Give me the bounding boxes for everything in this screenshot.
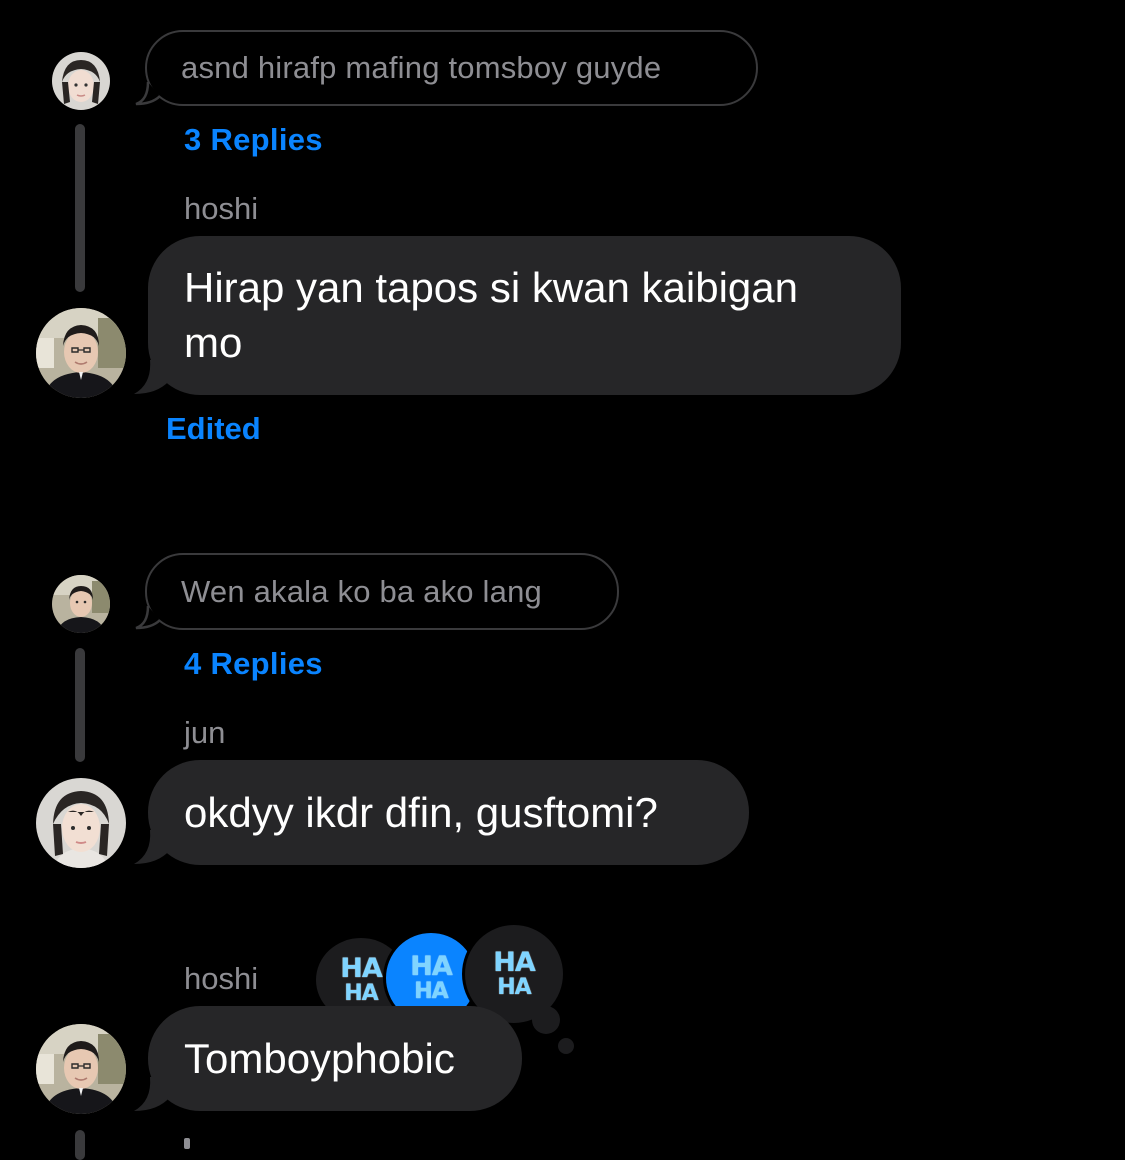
reaction-bubble-dot [558, 1038, 574, 1054]
message-text-line-1: Hirap yan tapos si kwan kaibigan [184, 264, 799, 311]
replies-link[interactable]: 3 Replies [184, 122, 323, 158]
avatar-small-hoshi[interactable] [52, 575, 110, 633]
replies-link[interactable]: 4 Replies [184, 646, 323, 682]
reply-preview-text: asnd hirafp mafing tomsboy guyde [181, 50, 662, 85]
reply-preview-tail [135, 82, 161, 106]
sender-name: hoshi [184, 961, 259, 996]
edited-label[interactable]: Edited [166, 411, 261, 447]
bubble-tail [134, 1077, 170, 1111]
message-bubble[interactable]: Tomboyphobic [148, 1006, 522, 1111]
sender-name: jun [184, 715, 226, 750]
message-text-line-2: mo [184, 319, 243, 366]
reaction-bubble-dot [532, 1006, 560, 1034]
message-bubble[interactable]: okdyy ikdr dfin, gusftomi? [148, 760, 749, 865]
thread-line [75, 124, 85, 292]
message-text: okdyy ikdr dfin, gusftomi? [184, 789, 658, 836]
reply-preview[interactable]: asnd hirafp mafing tomsboy guyde [145, 30, 758, 106]
message-text: Tomboyphobic [184, 1035, 455, 1082]
reply-preview-tail [135, 606, 161, 630]
reply-preview[interactable]: Wen akala ko ba ako lang [145, 553, 619, 630]
message-bubble[interactable]: Hirap yan tapos si kwan kaibigan mo [148, 236, 901, 395]
avatar-hoshi[interactable] [36, 308, 126, 398]
bubble-tail [134, 830, 170, 864]
reply-preview-text: Wen akala ko ba ako lang [181, 573, 542, 609]
thread-line [75, 1130, 85, 1160]
thread-line [75, 648, 85, 762]
bubble-tail [134, 360, 170, 394]
avatar-hoshi[interactable] [36, 1024, 126, 1114]
avatar-jun[interactable] [36, 778, 126, 868]
avatar-small-jun[interactable] [52, 52, 110, 110]
cutoff-sender-fragment [184, 1138, 190, 1149]
sender-name: hoshi [184, 191, 259, 226]
